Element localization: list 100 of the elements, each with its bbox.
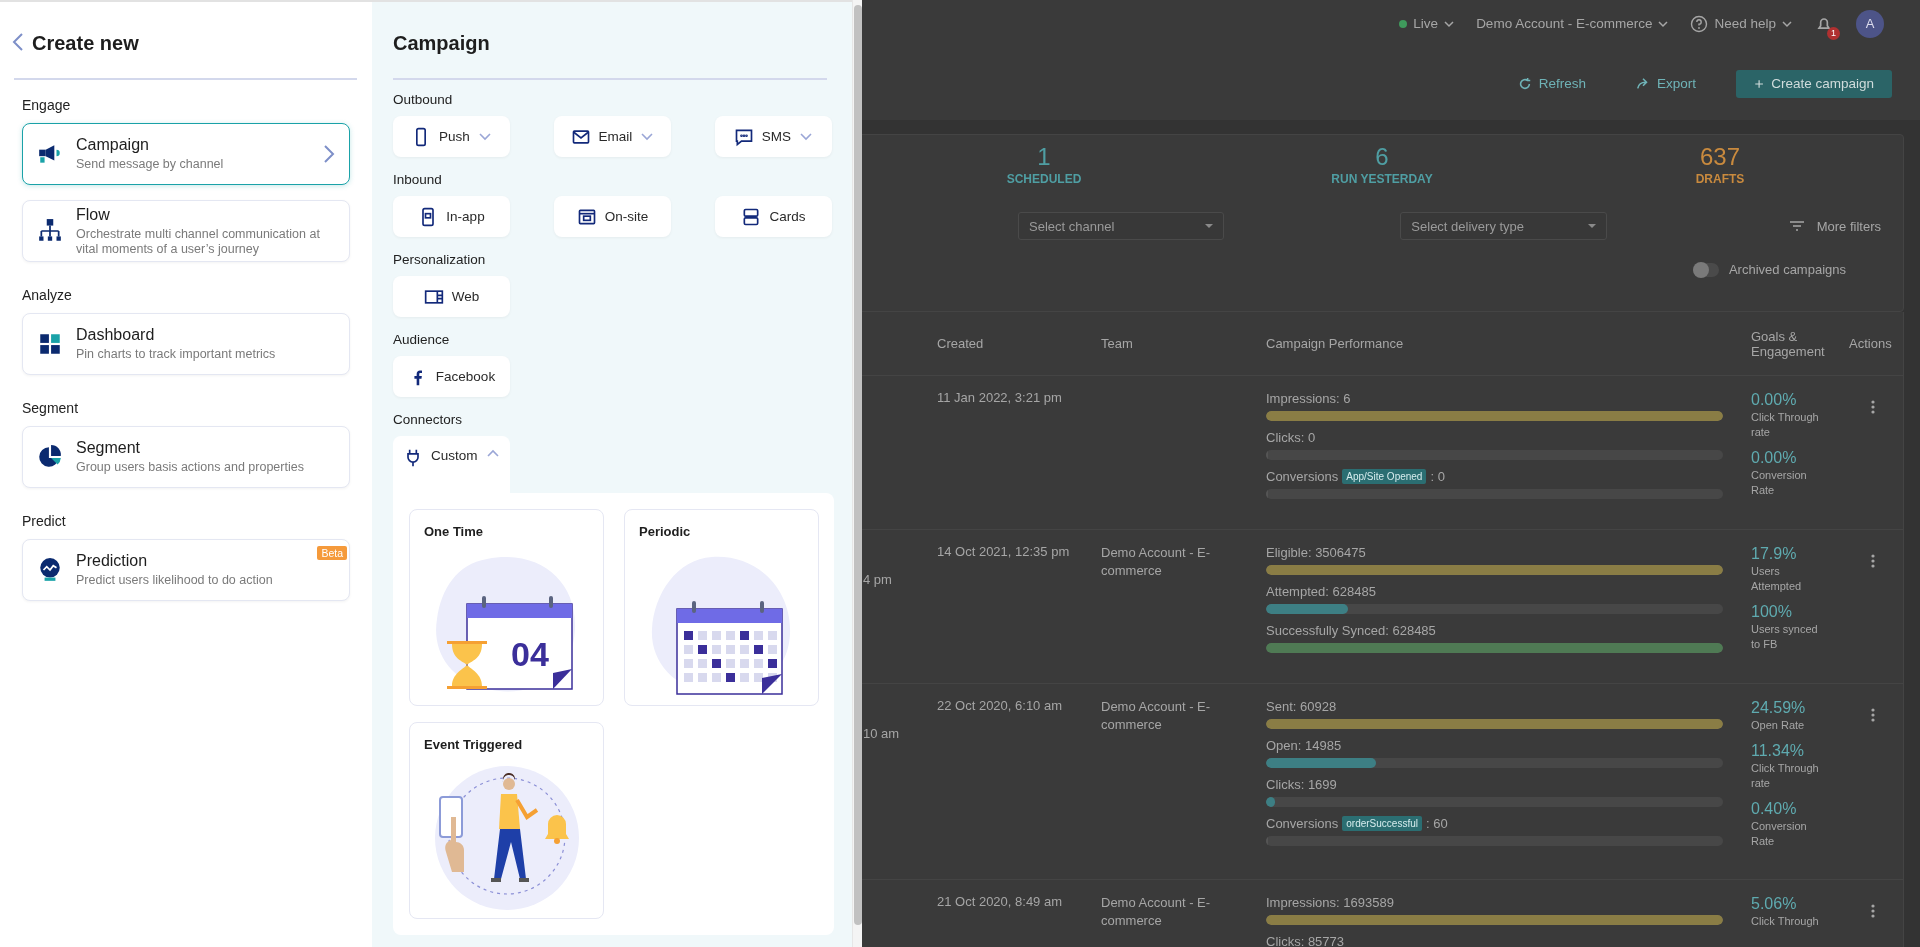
stacked-cards-icon: [741, 206, 762, 227]
environment-selector[interactable]: Live: [1399, 16, 1455, 31]
metric-label: Conversions: [1266, 815, 1339, 832]
create-option-card[interactable]: Prediction Predict users likelihood to do action Beta: [22, 539, 350, 601]
section-heading: Predict: [22, 513, 67, 529]
more-options-icon[interactable]: [1871, 708, 1875, 722]
caret-icon: [1444, 19, 1455, 28]
channel-option[interactable]: Facebook: [393, 356, 510, 397]
create-option-card[interactable]: Dashboard Pin charts to track important metrics: [22, 313, 350, 375]
more-options-icon[interactable]: [1871, 400, 1875, 414]
more-filters-button[interactable]: More filters: [1782, 217, 1887, 235]
toggle-label: Archived campaigns: [1728, 262, 1846, 277]
section-heading: Analyze: [22, 287, 73, 303]
calendar-date: 04: [510, 635, 549, 673]
goal-value: 0.40%: [1751, 799, 1798, 819]
stat-label: RUN YESTERDAY: [1331, 171, 1433, 187]
create-option-card[interactable]: Campaign Send message by channel: [22, 123, 350, 185]
filter-select[interactable]: Select delivery type: [1400, 212, 1607, 240]
goal-value: 0.00%: [1751, 448, 1798, 468]
pie-chart-icon: [37, 444, 63, 470]
caret-icon: [1586, 223, 1597, 229]
scrollbar-thumb[interactable]: [854, 5, 862, 925]
toolbar-button[interactable]: Refresh: [1507, 69, 1596, 98]
panel-title: Create new: [32, 31, 139, 55]
section-heading: Connectors: [393, 412, 464, 428]
metric-label: Clicks: 0: [1266, 429, 1316, 446]
column-header: Created: [937, 336, 985, 351]
scrollbar[interactable]: [852, 0, 862, 947]
more-options-icon[interactable]: [1871, 554, 1875, 568]
goal-value: 5.06%: [1751, 894, 1798, 914]
column-header: Team: [1101, 336, 1134, 351]
goal-label: Click Through rate: [1751, 410, 1820, 440]
caret-icon: [1782, 19, 1792, 28]
table-cell: 21 Oct 2020, 8:49 am: [937, 894, 1063, 909]
channel-option[interactable]: Web: [393, 276, 510, 317]
channel-option[interactable]: Push: [393, 116, 510, 157]
metric-count: : 60: [1425, 815, 1448, 832]
table-cell: 14 Oct 2021, 12:35 pm: [937, 544, 1070, 559]
metric-label: Eligible: 3506475: [1266, 544, 1366, 561]
stat-label: DRAFTS: [1695, 171, 1745, 187]
delivery-type-card[interactable]: One Time 04: [409, 509, 604, 706]
table-cell-text: Demo Account - E-commerce: [1101, 894, 1212, 930]
create-option-card[interactable]: Segment Group users basis actions and properties: [22, 426, 350, 488]
table-cell: 11 Jan 2022, 3:21 pm: [937, 390, 1062, 405]
channel-option[interactable]: Custom: [393, 436, 510, 493]
filter-icon: [1788, 220, 1805, 232]
delivery-type-card[interactable]: Event Triggered: [409, 722, 604, 919]
column-header: Actions: [1849, 336, 1893, 351]
section-heading: Outbound: [393, 92, 454, 108]
goal-value: 17.9%: [1751, 544, 1798, 564]
goal-label: Click Through rate: [1751, 761, 1820, 791]
table-cell-text: Demo Account - E-commerce: [1101, 698, 1212, 734]
panel-title: Campaign: [393, 31, 491, 56]
beta-badge: Beta: [317, 546, 347, 560]
table-cell-text: Demo Account - E-commerce: [1101, 544, 1212, 580]
stat-value: 6: [1375, 143, 1389, 171]
channel-option[interactable]: Cards: [715, 196, 832, 237]
help-menu[interactable]: Need help: [1690, 14, 1792, 33]
toggle-switch[interactable]: [1692, 262, 1719, 277]
metric-label: Sent: 60928: [1266, 698, 1337, 715]
section-heading: Inbound: [393, 172, 443, 188]
share-arrow-icon: [1635, 76, 1650, 91]
section-heading: Audience: [393, 332, 451, 348]
metric-label: Impressions: 6: [1266, 390, 1351, 407]
channel-option[interactable]: In-app: [393, 196, 510, 237]
help-icon: [1690, 14, 1709, 33]
toolbar-button[interactable]: Create campaign: [1736, 69, 1892, 98]
channel-option[interactable]: Email: [554, 116, 671, 157]
goal-value: 100%: [1751, 602, 1793, 622]
table-cell: 22 Oct 2020, 6:10 am: [937, 698, 1063, 713]
metric-label: Successfully Synced: 628485: [1266, 622, 1436, 639]
account-selector[interactable]: Demo Account - E-commerce: [1476, 16, 1669, 31]
delivery-type-card[interactable]: Periodic: [624, 509, 819, 706]
goal-label: Open Rate: [1751, 718, 1806, 733]
hierarchy-icon: [37, 218, 63, 244]
trend-circle-icon: [37, 557, 63, 583]
channel-option[interactable]: On-site: [554, 196, 671, 237]
more-options-icon[interactable]: [1871, 904, 1875, 918]
table-cell: 4 pm: [863, 572, 892, 587]
stat-value: 1: [1037, 143, 1051, 171]
goal-label: Users synced to FB: [1751, 622, 1819, 652]
metric-label: Attempted: 628485: [1266, 583, 1376, 600]
goal-value: 24.59%: [1751, 698, 1807, 718]
event-tag: App/Site Opened: [1342, 469, 1427, 484]
column-header: Goals & Engagement: [1751, 328, 1826, 359]
goal-value: 0.00%: [1751, 390, 1798, 410]
toolbar-button[interactable]: Export: [1625, 69, 1706, 98]
filter-select[interactable]: Select channel: [1018, 212, 1225, 240]
avatar[interactable]: A: [1856, 9, 1884, 38]
goal-value: 11.34%: [1751, 741, 1806, 761]
goal-label: Conversion Rate: [1751, 819, 1808, 849]
refresh-icon: [1517, 76, 1532, 91]
section-heading: Engage: [22, 97, 72, 113]
grid-icon: [37, 331, 63, 357]
create-option-card[interactable]: Flow Orchestrate multi channel communication at vital moments of a user’s journey: [22, 200, 350, 262]
metric-label: Clicks: 1699: [1266, 776, 1337, 793]
section-heading: Personalization: [393, 252, 487, 268]
event-tag: orderSuccessful: [1342, 816, 1422, 831]
channel-option[interactable]: SMS: [715, 116, 832, 157]
column-header: Campaign Performance: [1266, 336, 1405, 351]
